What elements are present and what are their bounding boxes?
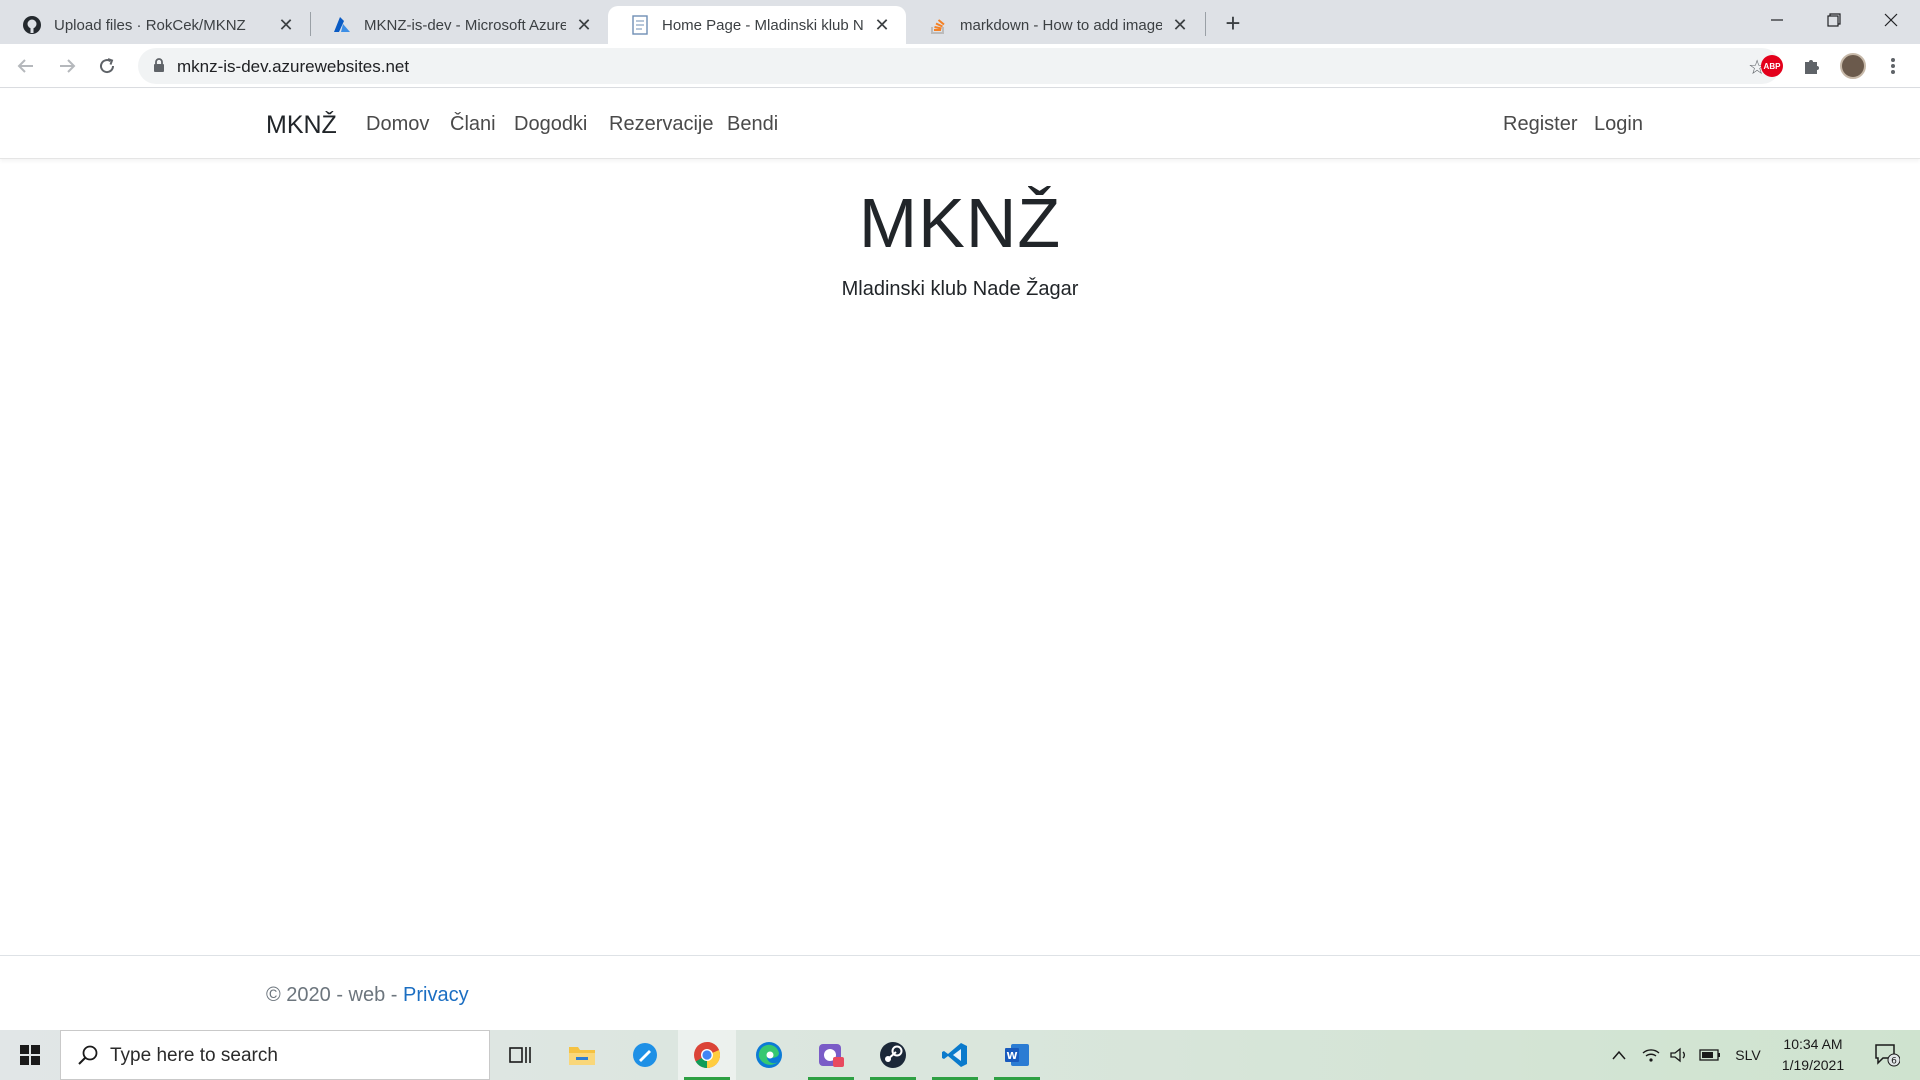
document-icon (630, 15, 650, 35)
notification-icon: 6 (1875, 1044, 1900, 1067)
lock-icon[interactable] (152, 57, 166, 78)
chrome-icon[interactable] (678, 1030, 736, 1080)
svg-text:W: W (1006, 1051, 1017, 1062)
stackoverflow-icon (928, 15, 948, 35)
vscode-icon[interactable] (926, 1030, 984, 1080)
address-bar[interactable]: mknz-is-dev.azurewebsites.net ☆ (138, 48, 1780, 84)
tab-title: markdown - How to add images (960, 16, 1162, 34)
tab-title: MKNZ-is-dev - Microsoft Azure (364, 16, 566, 34)
menu-dots-icon[interactable] (1879, 52, 1907, 80)
volume-icon[interactable] (1664, 1030, 1694, 1080)
close-icon[interactable]: ✕ (276, 15, 296, 35)
taskbar-search-box[interactable]: Type here to search (60, 1030, 490, 1080)
login-link[interactable]: Login (1594, 113, 1643, 136)
word-icon[interactable]: W (988, 1030, 1046, 1080)
forward-button[interactable] (51, 50, 83, 82)
close-icon[interactable]: ✕ (872, 15, 892, 35)
arrow-right-icon (60, 59, 76, 73)
file-explorer-icon[interactable] (553, 1030, 611, 1080)
nav-link-clani[interactable]: Člani (450, 113, 496, 136)
tab-title: Home Page - Mladinski klub Nad (662, 16, 864, 34)
search-icon (77, 1044, 99, 1071)
privacy-link[interactable]: Privacy (403, 984, 469, 1006)
register-link[interactable]: Register (1503, 113, 1577, 136)
clock-date: 1/19/2021 (1781, 1057, 1845, 1073)
tab-home-page[interactable]: Home Page - Mladinski klub Nad ✕ (608, 6, 906, 44)
nav-link-bendi[interactable]: Bendi (727, 113, 778, 136)
adblock-plus-icon[interactable]: ABP (1758, 52, 1786, 80)
profile-avatar[interactable] (1839, 52, 1867, 80)
close-icon[interactable]: ✕ (574, 15, 594, 35)
tab-azure[interactable]: MKNZ-is-dev - Microsoft Azure ✕ (310, 6, 608, 44)
nav-link-domov[interactable]: Domov (366, 113, 429, 136)
clock-time: 10:34 AM (1783, 1036, 1843, 1052)
tab-github[interactable]: Upload files · RokCek/MKNZ ✕ (0, 6, 310, 44)
footer-text: © 2020 - web - Privacy (266, 984, 469, 1007)
copyright-text: © 2020 - web - (266, 984, 404, 1006)
reload-icon (100, 58, 115, 74)
nav-link-rezervacije[interactable]: Rezervacije (609, 113, 713, 136)
game-icon[interactable] (802, 1030, 860, 1080)
action-center-button[interactable]: 6 (1864, 1030, 1910, 1080)
edge-icon[interactable] (740, 1030, 798, 1080)
reload-button[interactable] (91, 50, 123, 82)
back-button[interactable] (10, 50, 42, 82)
close-window-button[interactable] (1862, 0, 1920, 40)
restore-button[interactable] (1805, 0, 1863, 40)
extensions-puzzle-icon[interactable] (1798, 52, 1826, 80)
task-view-icon[interactable] (491, 1030, 549, 1080)
battery-icon[interactable] (1694, 1030, 1726, 1080)
close-icon[interactable]: ✕ (1170, 15, 1190, 35)
azure-icon (332, 15, 352, 35)
arrow-left-icon (17, 59, 33, 73)
github-icon (22, 15, 42, 35)
start-button[interactable] (0, 1030, 60, 1080)
tab-title: Upload files · RokCek/MKNZ (54, 16, 246, 34)
windows-taskbar: Type here to search W SLV 10:34 AM 1/19/ (0, 1030, 1920, 1080)
url-text[interactable]: mknz-is-dev.azurewebsites.net (177, 57, 409, 77)
nav-link-dogodki[interactable]: Dogodki (514, 113, 587, 136)
minimize-button[interactable] (1748, 0, 1806, 40)
notification-count: 6 (1891, 1057, 1897, 1067)
site-brand[interactable]: MKNŽ (266, 111, 337, 140)
hero-title: MKNŽ (858, 184, 1062, 262)
steam-icon[interactable] (864, 1030, 922, 1080)
site-navbar: MKNŽ Domov Člani Dogodki Rezervacije Ben… (0, 89, 1920, 159)
language-indicator[interactable]: SLV (1730, 1030, 1766, 1080)
new-tab-button[interactable]: + (1218, 8, 1248, 38)
site-footer: © 2020 - web - Privacy (0, 955, 1920, 1030)
web-page: MKNŽ Domov Člani Dogodki Rezervacije Ben… (0, 89, 1920, 1030)
system-clock[interactable]: 10:34 AM 1/19/2021 (1768, 1034, 1858, 1076)
search-placeholder: Type here to search (110, 1045, 278, 1066)
tab-stackoverflow[interactable]: markdown - How to add images ✕ (906, 6, 1204, 44)
feedback-icon[interactable] (616, 1030, 674, 1080)
tab-strip: Upload files · RokCek/MKNZ ✕ MKNZ-is-dev… (0, 0, 1920, 44)
network-icon[interactable] (1636, 1030, 1666, 1080)
windows-logo-icon (20, 1045, 40, 1065)
hero-subtitle: Mladinski klub Nade Žagar (841, 278, 1079, 300)
tab-separator (1205, 12, 1206, 36)
chevron-up-icon[interactable] (1604, 1030, 1634, 1080)
browser-toolbar: mknz-is-dev.azurewebsites.net ☆ ABP (0, 44, 1920, 88)
